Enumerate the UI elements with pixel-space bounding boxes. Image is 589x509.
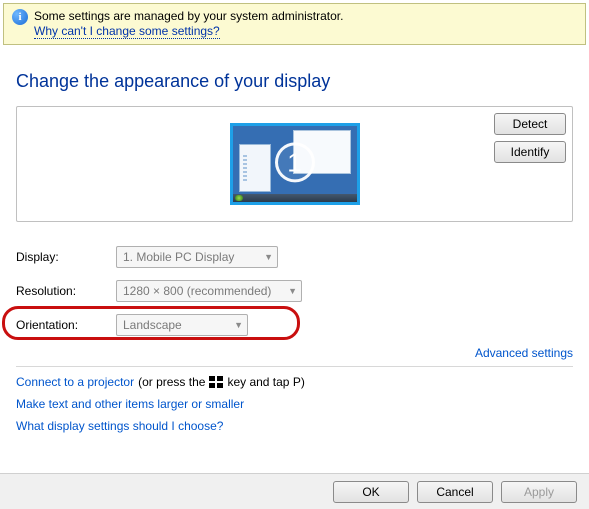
cancel-button[interactable]: Cancel [417, 481, 493, 503]
help-link[interactable]: What display settings should I choose? [16, 419, 223, 433]
chevron-down-icon: ▼ [259, 252, 273, 262]
projector-link-line: Connect to a projector (or press the key… [16, 375, 573, 389]
projector-hint-a: (or press the [138, 375, 205, 389]
windows-logo-icon [209, 376, 223, 388]
identify-button[interactable]: Identify [494, 141, 566, 163]
connect-projector-link[interactable]: Connect to a projector [16, 375, 134, 389]
orientation-row: Orientation: Landscape ▼ [16, 314, 573, 336]
resolution-row: Resolution: 1280 × 800 (recommended) ▼ [16, 280, 573, 302]
footer: OK Cancel Apply [0, 473, 589, 509]
banner-help-link[interactable]: Why can't I change some settings? [34, 24, 220, 39]
display-row: Display: 1. Mobile PC Display ▼ [16, 246, 573, 268]
chevron-down-icon: ▼ [283, 286, 297, 296]
projector-hint-b: key and tap P) [227, 375, 304, 389]
apply-button[interactable]: Apply [501, 481, 577, 503]
dpi-link[interactable]: Make text and other items larger or smal… [16, 397, 244, 411]
orientation-dropdown[interactable]: Landscape ▼ [116, 314, 248, 336]
divider [16, 366, 573, 367]
resolution-label: Resolution: [16, 284, 116, 298]
monitor-thumbnail[interactable]: 1 [230, 123, 360, 205]
info-icon: i [12, 9, 28, 25]
resolution-dropdown[interactable]: 1280 × 800 (recommended) ▼ [116, 280, 302, 302]
banner-message: Some settings are managed by your system… [34, 9, 343, 23]
detect-button[interactable]: Detect [494, 113, 566, 135]
display-dropdown[interactable]: 1. Mobile PC Display ▼ [116, 246, 278, 268]
admin-banner: i Some settings are managed by your syst… [3, 3, 586, 45]
page-title: Change the appearance of your display [16, 71, 573, 92]
monitor-number: 1 [275, 142, 315, 182]
chevron-down-icon: ▼ [229, 320, 243, 330]
ok-button[interactable]: OK [333, 481, 409, 503]
display-preview: 1 Detect Identify [16, 106, 573, 222]
display-label: Display: [16, 250, 116, 264]
advanced-settings-link[interactable]: Advanced settings [16, 346, 573, 360]
orientation-label: Orientation: [16, 318, 116, 332]
